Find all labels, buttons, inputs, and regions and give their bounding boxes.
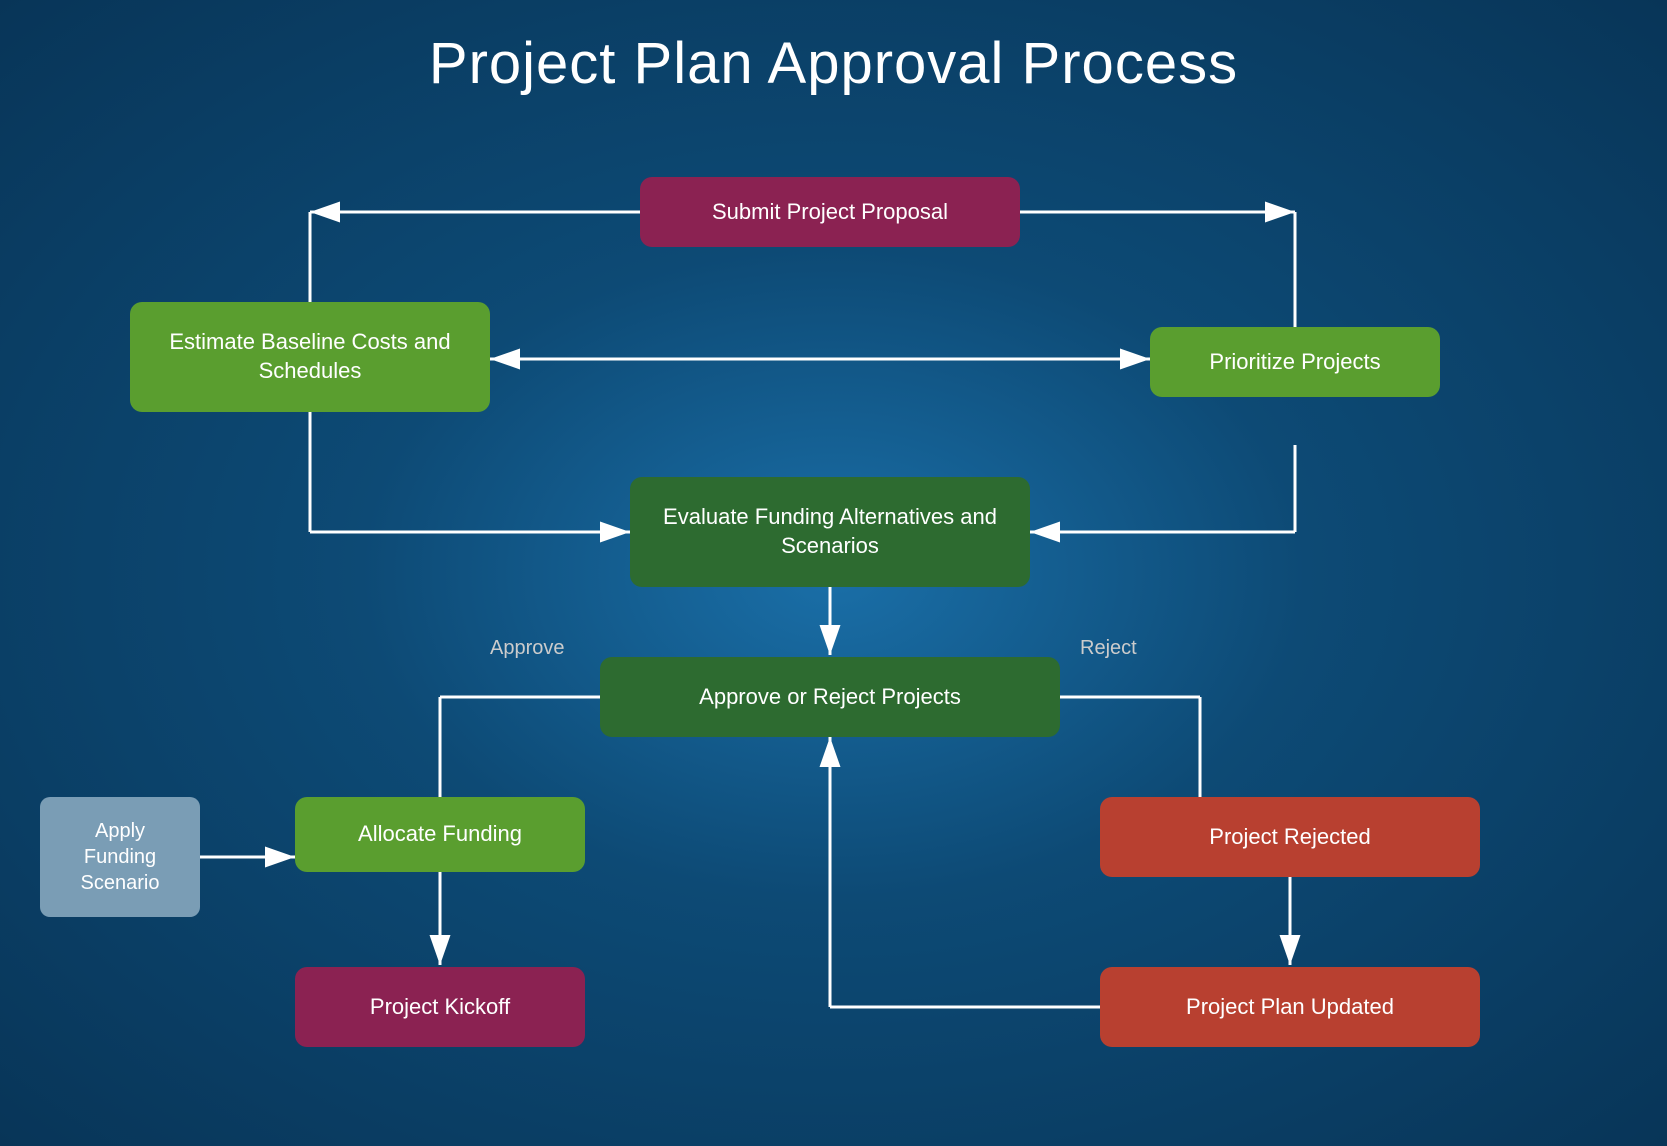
diagram-area: Submit Project Proposal Estimate Baselin… <box>0 117 1667 1143</box>
label-approve: Approve <box>490 637 565 660</box>
node-plan-updated: Project Plan Updated <box>1100 967 1480 1047</box>
node-submit-proposal: Submit Project Proposal <box>640 177 1020 247</box>
label-reject: Reject <box>1080 637 1137 660</box>
node-evaluate-funding: Evaluate Funding Alternatives and Scenar… <box>630 477 1030 587</box>
node-apply-funding: Apply Funding Scenario <box>40 797 200 917</box>
page-title: Project Plan Approval Process <box>0 0 1667 117</box>
node-prioritize-projects: Prioritize Projects <box>1150 327 1440 397</box>
node-allocate-funding: Allocate Funding <box>295 797 585 872</box>
node-project-kickoff: Project Kickoff <box>295 967 585 1047</box>
node-approve-reject-projects: Approve or Reject Projects <box>600 657 1060 737</box>
node-project-rejected: Project Rejected <box>1100 797 1480 877</box>
node-estimate-baseline: Estimate Baseline Costs and Schedules <box>130 302 490 412</box>
